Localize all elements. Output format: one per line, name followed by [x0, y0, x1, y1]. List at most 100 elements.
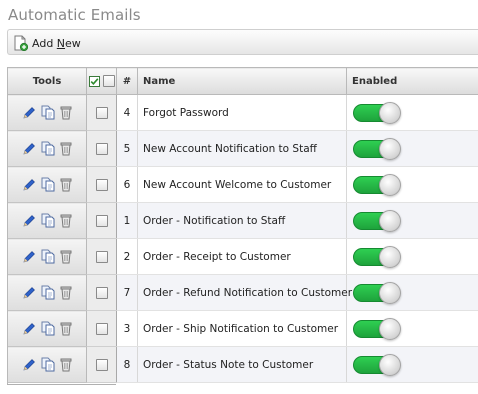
row-checkbox[interactable] — [95, 106, 108, 119]
enabled-toggle[interactable] — [353, 317, 401, 340]
edit-pencil-icon[interactable] — [22, 214, 36, 228]
add-new-button[interactable]: Add New — [13, 34, 81, 52]
row-tools-cell — [7, 202, 87, 239]
row-name[interactable]: Order - Receipt to Customer — [137, 238, 347, 275]
select-all-checkbox-icon[interactable] — [88, 75, 100, 87]
table-row: 3 Order - Ship Notification to Customer — [7, 310, 478, 347]
copy-document-icon[interactable] — [41, 249, 55, 264]
header-select — [86, 67, 117, 95]
row-enabled-cell — [346, 166, 478, 203]
table-header-row: Tools # Name Enabled — [7, 67, 478, 95]
delete-trash-icon[interactable] — [60, 105, 72, 120]
delete-trash-icon[interactable] — [60, 177, 72, 192]
emails-table: Tools # Name Enabled 4 Forgot Password 5 Ne… — [7, 67, 478, 383]
copy-document-icon[interactable] — [41, 357, 55, 372]
row-checkbox[interactable] — [95, 178, 108, 191]
table-row: 6 New Account Welcome to Customer — [7, 166, 478, 203]
toggle-knob — [379, 137, 401, 160]
delete-trash-icon[interactable] — [60, 285, 72, 300]
table-bottom-border — [7, 384, 116, 385]
header-tools: Tools — [7, 67, 87, 95]
toolbar: Add New — [7, 29, 478, 55]
row-enabled-cell — [346, 346, 478, 383]
copy-document-icon[interactable] — [41, 321, 55, 336]
header-number: # — [116, 67, 138, 95]
row-number: 7 — [116, 274, 138, 311]
toggle-knob — [379, 173, 401, 196]
row-select-cell — [86, 202, 117, 239]
edit-pencil-icon[interactable] — [22, 322, 36, 336]
row-tools-cell — [7, 310, 87, 347]
edit-pencil-icon[interactable] — [22, 142, 36, 156]
copy-document-icon[interactable] — [41, 141, 55, 156]
row-number: 1 — [116, 202, 138, 239]
row-tools-cell — [7, 238, 87, 275]
add-new-label: Add New — [32, 36, 81, 50]
enabled-toggle[interactable] — [353, 101, 401, 124]
enabled-toggle[interactable] — [353, 353, 401, 376]
table-row: 5 New Account Notification to Staff — [7, 130, 478, 167]
row-checkbox[interactable] — [95, 358, 108, 371]
row-name[interactable]: New Account Welcome to Customer — [137, 166, 347, 203]
delete-trash-icon[interactable] — [60, 357, 72, 372]
copy-document-icon[interactable] — [41, 177, 55, 192]
row-select-cell — [86, 130, 117, 167]
edit-pencil-icon[interactable] — [22, 250, 36, 264]
row-checkbox[interactable] — [95, 250, 108, 263]
toggle-knob — [379, 353, 401, 376]
copy-document-icon[interactable] — [41, 105, 55, 120]
row-name[interactable]: Order - Ship Notification to Customer — [137, 310, 347, 347]
row-enabled-cell — [346, 202, 478, 239]
row-enabled-cell — [346, 130, 478, 167]
add-document-icon — [14, 35, 28, 51]
row-name[interactable]: Order - Refund Notification to Customer — [137, 274, 352, 311]
row-select-cell — [86, 94, 117, 131]
row-tools-cell — [7, 166, 87, 203]
table-left-border — [7, 67, 8, 385]
header-name[interactable]: Name — [137, 67, 347, 95]
enabled-toggle[interactable] — [353, 173, 401, 196]
table-row: 2 Order - Receipt to Customer — [7, 238, 478, 275]
row-number: 6 — [116, 166, 138, 203]
edit-pencil-icon[interactable] — [22, 286, 36, 300]
delete-trash-icon[interactable] — [60, 321, 72, 336]
row-select-cell — [86, 274, 117, 311]
row-number: 3 — [116, 310, 138, 347]
delete-trash-icon[interactable] — [60, 213, 72, 228]
enabled-toggle[interactable] — [353, 137, 401, 160]
toggle-knob — [379, 245, 401, 268]
row-select-cell — [86, 166, 117, 203]
row-checkbox[interactable] — [95, 142, 108, 155]
row-enabled-cell — [346, 274, 478, 311]
delete-trash-icon[interactable] — [60, 141, 72, 156]
row-enabled-cell — [346, 238, 478, 275]
row-select-cell — [86, 310, 117, 347]
edit-pencil-icon[interactable] — [22, 358, 36, 372]
row-name[interactable]: Order - Status Note to Customer — [137, 346, 347, 383]
enabled-toggle[interactable] — [353, 281, 401, 304]
edit-pencil-icon[interactable] — [22, 178, 36, 192]
row-checkbox[interactable] — [95, 286, 108, 299]
table-row: 8 Order - Status Note to Customer — [7, 346, 478, 383]
enabled-toggle[interactable] — [353, 209, 401, 232]
row-checkbox[interactable] — [95, 322, 108, 335]
deselect-all-checkbox[interactable] — [102, 75, 115, 87]
row-select-cell — [86, 238, 117, 275]
delete-trash-icon[interactable] — [60, 249, 72, 264]
enabled-toggle[interactable] — [353, 245, 401, 268]
row-number: 5 — [116, 130, 138, 167]
row-number: 4 — [116, 94, 138, 131]
toggle-knob — [379, 101, 401, 124]
copy-document-icon[interactable] — [41, 285, 55, 300]
row-tools-cell — [7, 94, 87, 131]
row-name[interactable]: Order - Notification to Staff — [137, 202, 347, 239]
page-title: Automatic Emails — [8, 6, 141, 24]
header-enabled[interactable]: Enabled — [346, 67, 478, 95]
row-name[interactable]: New Account Notification to Staff — [137, 130, 347, 167]
toggle-knob — [379, 281, 401, 304]
edit-pencil-icon[interactable] — [22, 106, 36, 120]
row-checkbox[interactable] — [95, 214, 108, 227]
row-name[interactable]: Forgot Password — [137, 94, 347, 131]
copy-document-icon[interactable] — [41, 213, 55, 228]
row-tools-cell — [7, 274, 87, 311]
